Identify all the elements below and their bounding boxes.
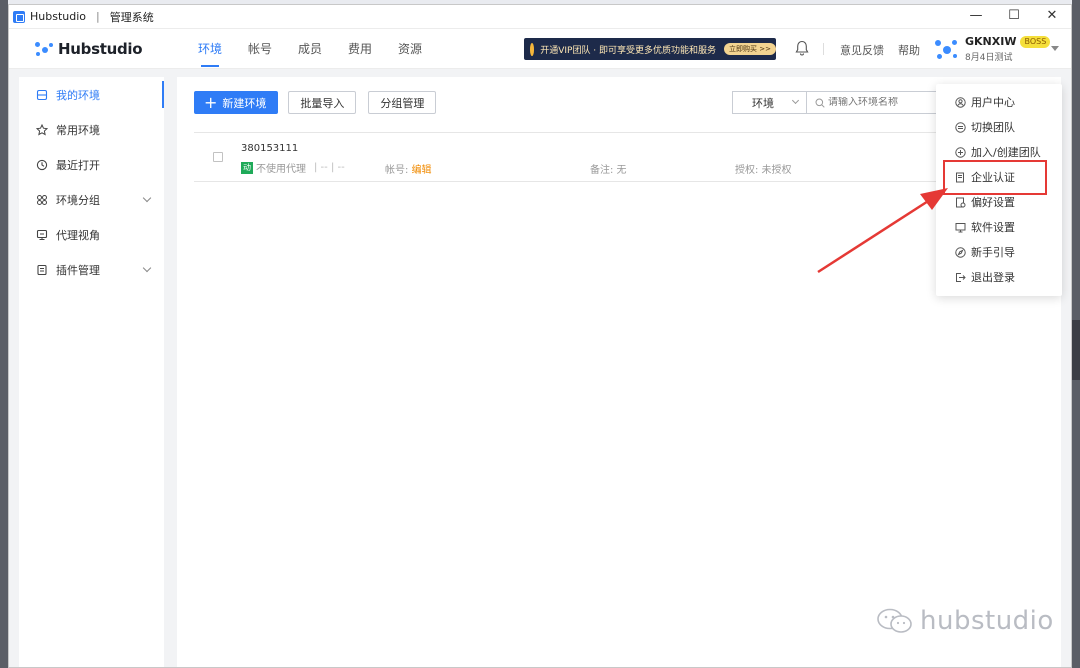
sidebar: 我的环境 常用环境 最近打开 环境分组 代理视角 插件管理 (19, 77, 164, 667)
toolbar: + 新建环境 批量导入 分组管理 (194, 91, 448, 114)
sidebar-item-label: 环境分组 (56, 193, 100, 207)
row-checkbox[interactable] (213, 152, 223, 162)
desktop-background-left (0, 0, 8, 668)
filter-bar: 环境 (732, 91, 947, 114)
app-window: Hubstudio | 管理系统 — ☐ ✕ Hubstudio 环境 帐号 成… (8, 4, 1072, 668)
app-logo-icon (13, 10, 25, 23)
sidebar-item-environment-groups[interactable]: 环境分组 (19, 182, 164, 217)
logout-icon (955, 272, 966, 283)
auth-cell: 授权: 未授权 (735, 165, 792, 176)
help-link[interactable]: 帮助 (898, 42, 920, 58)
close-button[interactable]: ✕ (1033, 5, 1071, 29)
edit-account-link[interactable]: 编辑 (412, 165, 432, 176)
team-name: 8月4日测试 (965, 53, 1013, 63)
sidebar-item-recently-opened[interactable]: 最近打开 (19, 147, 164, 182)
proxy-type-tag: 动 (241, 161, 253, 174)
env-icon (36, 89, 48, 101)
avatar-icon (935, 38, 959, 62)
title-bar: Hubstudio | 管理系统 — ☐ ✕ (9, 5, 1071, 29)
menu-item-join-create-team[interactable]: 加入/创建团队 (955, 144, 1041, 160)
search-type-select[interactable]: 环境 (732, 91, 807, 114)
table-row[interactable]: 380153111 动 不使用代理 | -- | -- 帐号: 编辑 备注: 无… (194, 132, 1061, 182)
clock-icon (36, 159, 48, 171)
menu-item-beginner-guide[interactable]: 新手引导 (955, 244, 1015, 260)
menu-item-preferences[interactable]: 偏好设置 (955, 194, 1015, 210)
sidebar-item-label: 代理视角 (56, 228, 100, 242)
vip-promo-banner[interactable]: 开通VIP团队 · 即可享受更多优质功能和服务 立即购买 >> (524, 38, 776, 60)
promo-buy-button[interactable]: 立即购买 >> (724, 43, 776, 55)
tab-resources[interactable]: 资源 (385, 29, 435, 69)
top-header: Hubstudio 环境 帐号 成员 费用 资源 开通VIP团队 · 即可享受更… (9, 29, 1071, 69)
search-icon (815, 98, 825, 108)
sidebar-item-label: 常用环境 (56, 123, 100, 137)
user-center-icon (955, 96, 966, 108)
menu-item-switch-team[interactable]: 切换团队 (955, 119, 1015, 135)
search-input[interactable] (828, 97, 938, 108)
feedback-link[interactable]: 意见反馈 (840, 42, 884, 58)
maximize-button[interactable]: ☐ (995, 5, 1033, 29)
wechat-icon (877, 608, 912, 633)
brand-logo[interactable]: Hubstudio (35, 40, 185, 58)
app-subtitle: 管理系统 (109, 10, 154, 24)
add-team-icon (955, 146, 966, 158)
tab-environment[interactable]: 环境 (185, 29, 235, 69)
chevron-down-icon (791, 96, 800, 105)
logo-text: Hubstudio (58, 39, 143, 58)
menu-item-software-settings[interactable]: 软件设置 (955, 219, 1015, 235)
chevron-down-icon (142, 263, 152, 273)
minimize-button[interactable]: — (957, 5, 995, 29)
sidebar-item-favorite-environments[interactable]: 常用环境 (19, 112, 164, 147)
sidebar-item-my-environments[interactable]: 我的环境 (19, 77, 164, 112)
sidebar-item-proxy-view[interactable]: 代理视角 (19, 217, 164, 252)
group-manage-button[interactable]: 分组管理 (368, 91, 437, 114)
plus-icon: + (204, 92, 218, 112)
user-profile[interactable]: GKNXIW BOSS 8月4日测试 (935, 35, 1051, 63)
environment-id: 380153111 (241, 143, 299, 154)
switch-team-icon (955, 121, 966, 133)
star-icon (36, 123, 48, 136)
menu-item-user-center[interactable]: 用户中心 (955, 94, 1015, 110)
hubstudio-logo-icon (35, 41, 55, 57)
user-name: GKNXIW (965, 35, 1017, 48)
role-badge: BOSS (1020, 35, 1051, 48)
app-name: Hubstudio (30, 10, 87, 23)
new-environment-button[interactable]: + 新建环境 (194, 91, 279, 114)
sidebar-item-label: 最近打开 (56, 158, 100, 172)
preference-icon (955, 197, 966, 208)
desktop-background-right (1072, 0, 1080, 668)
tab-billing[interactable]: 费用 (335, 29, 385, 69)
batch-import-button[interactable]: 批量导入 (288, 91, 357, 114)
watermark-text: hubstudio (920, 606, 1054, 636)
chevron-down-icon[interactable] (1051, 46, 1059, 51)
menu-item-logout[interactable]: 退出登录 (955, 269, 1015, 285)
proxy-info: 动 不使用代理 | -- | -- (241, 161, 345, 175)
coin-icon (530, 42, 535, 56)
sidebar-item-label: 插件管理 (56, 263, 100, 277)
search-box[interactable] (807, 91, 947, 114)
bell-icon[interactable] (795, 40, 809, 56)
proxy-icon (36, 229, 48, 241)
tab-account[interactable]: 帐号 (235, 29, 285, 69)
sidebar-item-label: 我的环境 (56, 88, 100, 102)
tab-members[interactable]: 成员 (285, 29, 335, 69)
highlight-box (943, 160, 1047, 195)
group-icon (36, 194, 48, 206)
software-settings-icon (955, 222, 966, 233)
chevron-down-icon (142, 193, 152, 203)
guide-icon (955, 246, 966, 258)
watermark: hubstudio (876, 606, 1054, 636)
sidebar-item-plugin-management[interactable]: 插件管理 (19, 252, 164, 287)
main-content: + 新建环境 批量导入 分组管理 环境 380153111 动 不使用代理 | … (177, 77, 1061, 667)
note-cell: 备注: 无 (590, 165, 627, 176)
plugin-icon (36, 264, 48, 276)
account-cell: 帐号: 编辑 (385, 165, 432, 176)
promo-text: 开通VIP团队 · 即可享受更多优质功能和服务 (540, 45, 717, 56)
main-nav: 环境 帐号 成员 费用 资源 (185, 29, 435, 69)
